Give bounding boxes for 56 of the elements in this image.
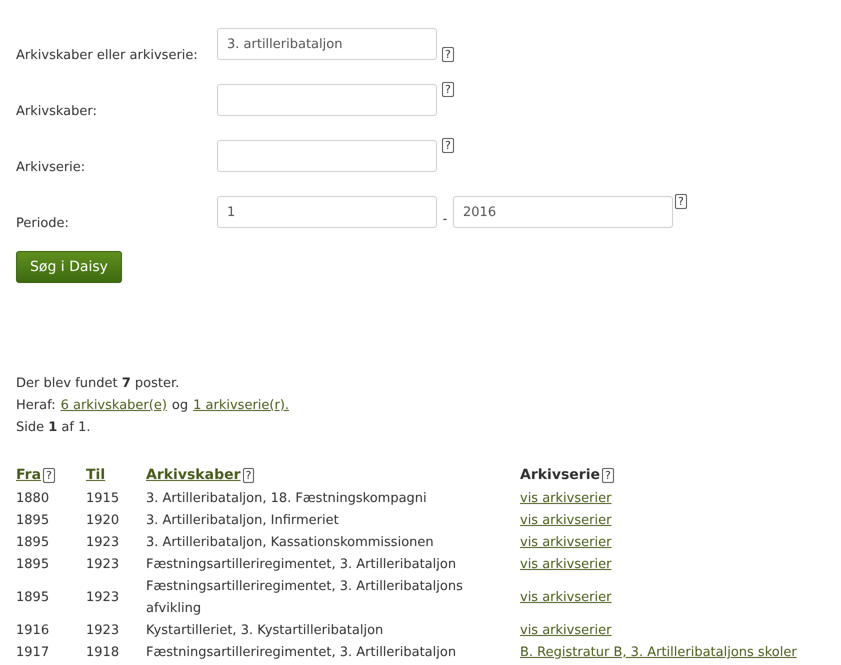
table-cell: Fæstningsartilleriregimentet, 3. Artilleribataljon	[146, 557, 456, 572]
field-label: Arkivserie:	[16, 159, 86, 177]
series-link[interactable]: vis arkivserier	[520, 491, 612, 506]
help-icon[interactable]: ?	[242, 468, 254, 483]
table-cell: Kystartilleriet, 3. Kystartilleribataljon	[146, 623, 384, 638]
column-sort-link[interactable]: Fra	[16, 465, 42, 486]
range-dash: -	[442, 211, 448, 229]
series-link[interactable]: vis arkivserier	[520, 513, 612, 528]
table-cell: 1895	[16, 513, 50, 528]
table-cell: 1920	[86, 513, 120, 528]
help-icon[interactable]: ?	[602, 468, 614, 483]
input-field[interactable]	[217, 84, 437, 116]
input-field[interactable]	[217, 140, 437, 172]
table-cell: 3. Artilleribataljon, Infirmeriet	[146, 513, 339, 528]
field-label: Arkivskaber eller arkivserie:	[16, 47, 199, 65]
series-link[interactable]: vis arkivserier	[520, 557, 612, 572]
help-icon[interactable]: ?	[43, 468, 55, 483]
help-icon[interactable]: ?	[442, 47, 454, 62]
table-cell: Fæstningsartilleriregimentet, 3. Artilleribataljon	[146, 645, 456, 660]
help-icon[interactable]: ?	[442, 138, 454, 153]
series-link[interactable]: B. Registratur B, 3. Artilleribataljons skoler	[520, 645, 797, 660]
series-link[interactable]: vis arkivserier	[520, 590, 612, 605]
conjunction-text: og	[172, 397, 188, 415]
table-cell: 1923	[86, 623, 120, 638]
field-label: Periode:	[16, 215, 70, 233]
table-cell: 1918	[86, 645, 120, 660]
breakdown-label: Heraf:	[16, 397, 56, 415]
help-icon[interactable]: ?	[442, 82, 454, 97]
result-count: Der blev fundet 7 poster.	[16, 375, 180, 393]
filter-link[interactable]: 1 arkivserie(r).	[193, 395, 290, 417]
series-link[interactable]: vis arkivserier	[520, 623, 612, 638]
table-cell: 1915	[86, 491, 120, 506]
column-header: Arkivserie	[520, 466, 600, 485]
table-cell: 1916	[16, 623, 50, 638]
filter-link[interactable]: 6 arkivskaber(e)	[60, 395, 167, 417]
search-button[interactable]: Søg i Daisy	[16, 251, 122, 283]
input-field[interactable]: 3. artilleribataljon	[217, 28, 437, 60]
page-info: Side 1 af 1.	[16, 419, 92, 437]
table-cell: 1895	[16, 590, 50, 605]
table-cell: 1923	[86, 535, 120, 550]
help-icon[interactable]: ?	[675, 194, 687, 209]
input-field[interactable]: 2016	[453, 196, 673, 228]
column-sort-link[interactable]: Til	[86, 465, 106, 486]
table-cell: Fæstningsartilleriregimentet, 3. Artilleribataljons afvikling	[146, 579, 463, 616]
field-label: Arkivskaber:	[16, 103, 98, 121]
table-cell: 3. Artilleribataljon, Kassationskommissionen	[146, 535, 434, 550]
table-cell: 1895	[16, 557, 50, 572]
table-cell: 1917	[16, 645, 50, 660]
input-field[interactable]: 1	[217, 196, 437, 228]
table-cell: 1923	[86, 557, 120, 572]
table-cell: 3. Artilleribataljon, 18. Fæstningskompagni	[146, 491, 427, 506]
table-cell: 1880	[16, 491, 50, 506]
table-cell: 1923	[86, 590, 120, 605]
series-link[interactable]: vis arkivserier	[520, 535, 612, 550]
table-cell: 1895	[16, 535, 50, 550]
column-sort-link[interactable]: Arkivskaber	[146, 465, 240, 486]
